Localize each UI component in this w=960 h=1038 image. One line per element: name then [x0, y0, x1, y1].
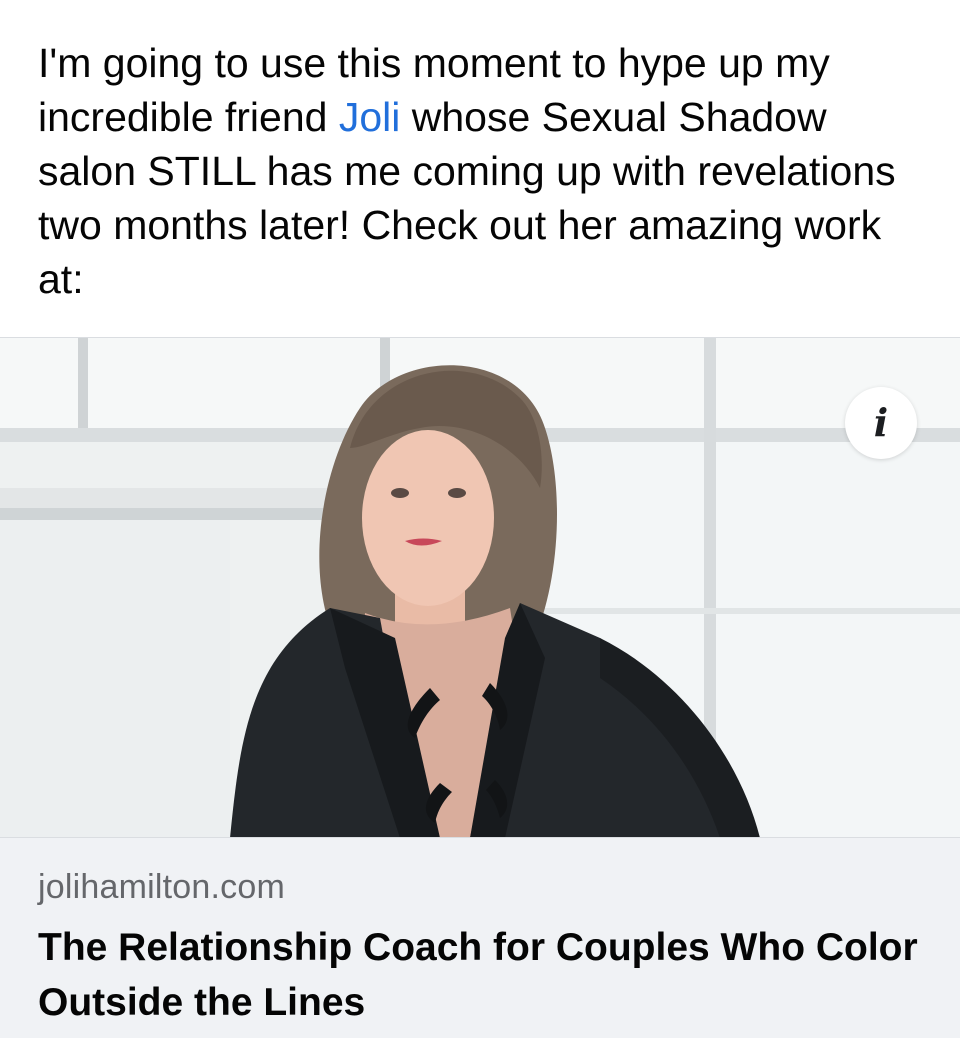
info-icon: i	[873, 400, 889, 445]
link-preview-image[interactable]: i	[0, 337, 960, 837]
link-preview-card[interactable]: i jolihamilton.com The Relationship Coac…	[0, 337, 960, 1038]
link-domain: jolihamilton.com	[38, 868, 285, 906]
link-title[interactable]: The Relationship Coach for Couples Who C…	[38, 920, 928, 1030]
mention-link-joli[interactable]: Joli	[339, 94, 401, 140]
info-button[interactable]: i	[845, 387, 917, 459]
post-text: I'm going to use this moment to hype up …	[38, 36, 928, 306]
portrait-photo	[0, 338, 960, 837]
link-preview-footer[interactable]: jolihamilton.com The Relationship Coach …	[0, 837, 960, 1038]
